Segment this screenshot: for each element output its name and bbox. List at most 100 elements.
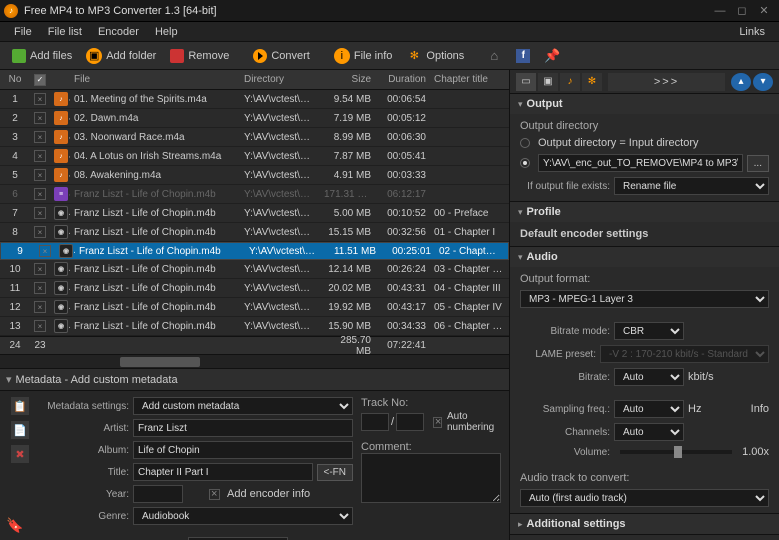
additional-section-header[interactable]: ▸Additional settings: [510, 514, 779, 534]
more-button[interactable]: >>>: [608, 73, 725, 91]
table-row[interactable]: 2×♪02. Dawn.m4aY:\AV\vctest\m4a7.19 MB00…: [0, 109, 509, 128]
col-size[interactable]: Size: [320, 74, 375, 85]
file-type-icon: ◉: [50, 300, 70, 314]
collapse-up-button[interactable]: ▴: [731, 73, 751, 91]
table-row[interactable]: 12×◉Franz Liszt - Life of Chopin.m4bY:\A…: [0, 298, 509, 317]
album-input[interactable]: [133, 441, 353, 459]
row-checkbox[interactable]: ×: [39, 245, 51, 257]
table-row[interactable]: 10×◉Franz Liszt - Life of Chopin.m4bY:\A…: [0, 260, 509, 279]
title-input[interactable]: [133, 463, 313, 481]
pin-button[interactable]: 📌: [538, 45, 566, 67]
output-path-input[interactable]: [538, 154, 743, 172]
year-input[interactable]: [133, 485, 183, 503]
facebook-button[interactable]: f: [510, 46, 536, 66]
remove-button[interactable]: Remove: [164, 46, 235, 66]
close-button[interactable]: ✕: [753, 2, 775, 20]
options-button[interactable]: ✻Options: [400, 45, 470, 67]
table-row[interactable]: 4×♪04. A Lotus on Irish Streams.m4aY:\AV…: [0, 147, 509, 166]
row-checkbox[interactable]: ×: [34, 226, 46, 238]
col-check[interactable]: ✓: [30, 74, 50, 86]
add-files-button[interactable]: Add files: [6, 46, 78, 66]
tag-icon[interactable]: 🔖: [6, 517, 23, 534]
table-row[interactable]: 11×◉Franz Liszt - Life of Chopin.m4bY:\A…: [0, 279, 509, 298]
browse-button[interactable]: ...: [747, 155, 769, 172]
table-row[interactable]: 8×◉Franz Liszt - Life of Chopin.m4bY:\AV…: [0, 223, 509, 242]
table-row[interactable]: 9×◉Franz Liszt - Life of Chopin.m4bY:\AV…: [0, 242, 509, 260]
info-link[interactable]: Info: [751, 403, 769, 415]
audio-section-header[interactable]: ▾Audio: [510, 247, 779, 267]
channels-select[interactable]: Auto: [614, 423, 684, 441]
copy-metadata-icon[interactable]: 📋: [11, 397, 29, 415]
metadata-title: Metadata - Add custom metadata: [16, 374, 178, 386]
facebook-icon: f: [516, 49, 530, 63]
track-total-input[interactable]: [396, 413, 424, 431]
row-checkbox[interactable]: ×: [34, 150, 46, 162]
file-type-icon: ◉: [50, 206, 70, 220]
col-duration[interactable]: Duration: [375, 74, 430, 85]
row-checkbox[interactable]: ×: [34, 301, 46, 313]
metadata-settings-select[interactable]: Add custom metadata: [133, 397, 353, 415]
output-format-select[interactable]: MP3 - MPEG-1 Layer 3: [520, 290, 769, 308]
row-checkbox[interactable]: ×: [34, 320, 46, 332]
col-directory[interactable]: Directory: [240, 74, 320, 85]
profile-section-header[interactable]: ▾Profile: [510, 202, 779, 222]
paste-metadata-icon[interactable]: 📄: [11, 421, 29, 439]
panel-tab-4[interactable]: ✻: [582, 73, 602, 91]
genre-select[interactable]: Audiobook: [133, 507, 353, 525]
table-row[interactable]: 6×≡Franz Liszt - Life of Chopin.m4bY:\AV…: [0, 185, 509, 204]
col-no[interactable]: No: [0, 74, 30, 85]
maximize-button[interactable]: ◻: [731, 2, 753, 20]
row-checkbox[interactable]: ×: [34, 93, 46, 105]
comment-label: Comment:: [361, 441, 503, 453]
bitrate-mode-select[interactable]: CBR: [614, 322, 684, 340]
home-button[interactable]: ⌂: [480, 45, 508, 67]
track-no-input[interactable]: [361, 413, 389, 431]
table-row[interactable]: 5×♪08. Awakening.m4aY:\AV\vctest\m4a4.91…: [0, 166, 509, 185]
table-row[interactable]: 13×◉Franz Liszt - Life of Chopin.m4bY:\A…: [0, 317, 509, 336]
col-file[interactable]: File: [70, 74, 240, 85]
auto-numbering-checkbox[interactable]: ×: [433, 417, 442, 428]
row-checkbox[interactable]: ×: [34, 263, 46, 275]
row-checkbox[interactable]: ×: [34, 169, 46, 181]
clear-metadata-icon[interactable]: ✖: [11, 445, 29, 463]
metadata-panel: ▾Metadata - Add custom metadata 📋 📄 ✖ Me…: [0, 368, 509, 540]
col-chapter[interactable]: Chapter title: [430, 74, 509, 85]
file-info-button[interactable]: iFile info: [328, 45, 399, 67]
menu-encoder[interactable]: Encoder: [90, 26, 147, 38]
row-checkbox[interactable]: ×: [34, 282, 46, 294]
menu-file[interactable]: File: [6, 26, 40, 38]
convert-button[interactable]: Convert: [247, 46, 316, 66]
panel-tab-1[interactable]: ▭: [516, 73, 536, 91]
row-checkbox[interactable]: ×: [34, 112, 46, 124]
row-checkbox[interactable]: ×: [34, 131, 46, 143]
sampling-freq-select[interactable]: Auto: [614, 400, 684, 418]
add-folder-button[interactable]: ▣Add folder: [80, 45, 162, 67]
add-encoder-checkbox[interactable]: ×: [209, 489, 220, 500]
fn-button[interactable]: <-FN: [317, 464, 354, 481]
menu-links[interactable]: Links: [731, 26, 773, 38]
menu-help[interactable]: Help: [147, 26, 186, 38]
metadata-header[interactable]: ▾Metadata - Add custom metadata: [0, 369, 509, 391]
audio-track-select[interactable]: Auto (first audio track): [520, 489, 769, 507]
row-checkbox[interactable]: ×: [34, 188, 46, 200]
row-checkbox[interactable]: ×: [34, 207, 46, 219]
volume-slider[interactable]: [620, 450, 732, 454]
horizontal-scrollbar[interactable]: [0, 354, 509, 368]
collapse-down-button[interactable]: ▾: [753, 73, 773, 91]
table-row[interactable]: 7×◉Franz Liszt - Life of Chopin.m4bY:\AV…: [0, 204, 509, 223]
file-type-icon: ♪: [50, 111, 70, 125]
file-exists-select[interactable]: Rename file: [614, 177, 769, 195]
plus-icon: [12, 49, 26, 63]
output-dir-same-radio[interactable]: [520, 138, 530, 148]
comment-input[interactable]: [361, 453, 501, 503]
menu-file-list[interactable]: File list: [40, 26, 90, 38]
artist-input[interactable]: [133, 419, 353, 437]
panel-tab-2[interactable]: ▣: [538, 73, 558, 91]
minimize-button[interactable]: —: [709, 2, 731, 20]
output-dir-custom-radio[interactable]: [520, 158, 530, 168]
panel-tab-3[interactable]: ♪: [560, 73, 580, 91]
table-row[interactable]: 3×♪03. Noonward Race.m4aY:\AV\vctest\m4a…: [0, 128, 509, 147]
bitrate-select[interactable]: Auto: [614, 368, 684, 386]
output-section-header[interactable]: ▾Output: [510, 94, 779, 114]
table-row[interactable]: 1×♪01. Meeting of the Spirits.m4aY:\AV\v…: [0, 90, 509, 109]
